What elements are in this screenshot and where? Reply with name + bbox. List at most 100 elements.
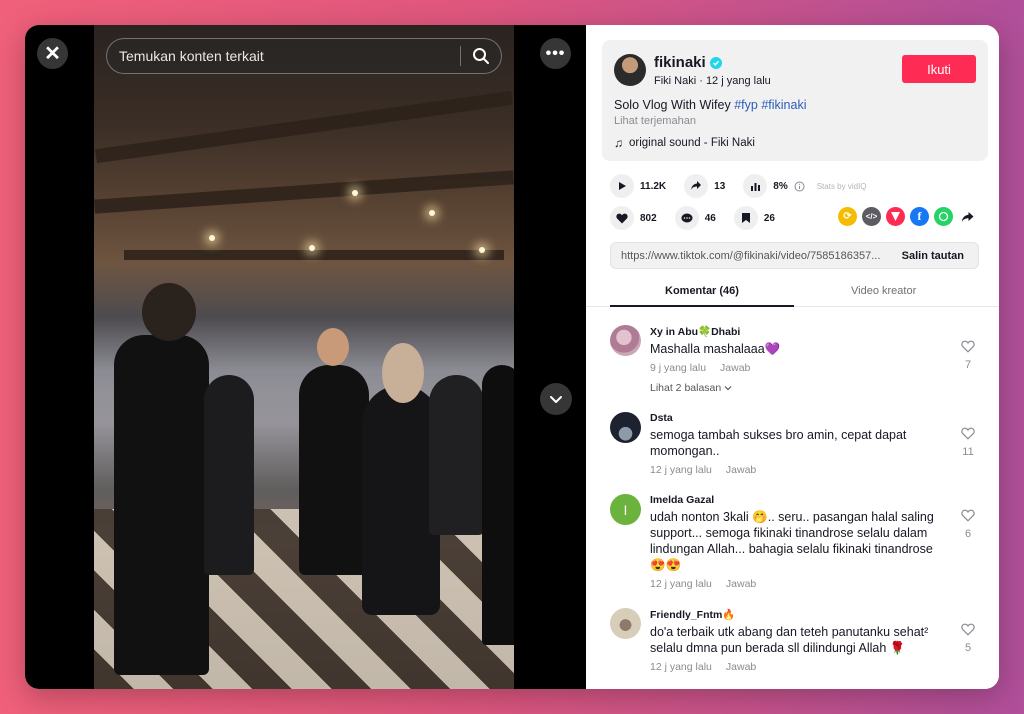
comment-meta: 12 j yang lalu Jawab bbox=[650, 578, 950, 590]
comment-like-count: 7 bbox=[964, 359, 972, 371]
sound-link[interactable]: ♫ original sound - Fiki Naki bbox=[614, 136, 755, 150]
video-url[interactable]: https://www.tiktok.com/@fikinaki/video/7… bbox=[611, 250, 888, 262]
bar-chart-icon bbox=[743, 174, 768, 198]
comment-text: Mashalla mashalaaa💜 bbox=[650, 342, 781, 356]
active-tab-indicator bbox=[610, 305, 794, 307]
next-video-button[interactable] bbox=[540, 383, 572, 415]
comment-like-button[interactable]: 11 bbox=[958, 427, 978, 458]
likes-count: 802 bbox=[640, 212, 657, 224]
app-window: ✕ ••• fikinaki bbox=[25, 25, 999, 689]
comment-like-button[interactable]: 5 bbox=[958, 623, 978, 654]
verified-badge-icon bbox=[709, 56, 722, 69]
search-input[interactable] bbox=[107, 48, 460, 64]
video-frame[interactable] bbox=[94, 25, 514, 689]
play-icon bbox=[610, 174, 634, 198]
ceiling-light bbox=[209, 235, 215, 241]
share-arrow-icon[interactable] bbox=[958, 207, 977, 226]
hashtag-link[interactable]: #fikinaki bbox=[761, 98, 806, 112]
ceiling-light bbox=[479, 247, 485, 253]
commenter-avatar[interactable] bbox=[610, 412, 641, 443]
ceiling-light bbox=[352, 190, 358, 196]
comment-stat[interactable]: 46 bbox=[674, 206, 716, 230]
commenter-name[interactable]: Xy in Abu🍀Dhabi bbox=[650, 325, 950, 338]
bookmark-icon bbox=[733, 206, 758, 230]
commenter-avatar[interactable] bbox=[610, 608, 641, 639]
more-options-button[interactable]: ••• bbox=[540, 38, 571, 69]
view-replies-label[interactable]: Lihat 2 balasan bbox=[650, 382, 721, 394]
person-head bbox=[317, 328, 349, 366]
close-button[interactable]: ✕ bbox=[37, 38, 68, 69]
embed-icon[interactable]: </> bbox=[862, 207, 881, 226]
heart-outline-icon bbox=[961, 340, 975, 353]
post-info-card: fikinaki Fiki Naki · 12 j yang lalu Ikut… bbox=[602, 40, 988, 161]
whatsapp-icon[interactable] bbox=[934, 207, 953, 226]
author-username[interactable]: fikinaki bbox=[654, 54, 722, 71]
hashtag-link[interactable]: #fyp bbox=[734, 98, 758, 112]
commenter-name[interactable]: Dsta bbox=[650, 412, 950, 424]
heart-outline-icon bbox=[961, 427, 975, 440]
engagement-stat[interactable]: 8% bbox=[743, 174, 805, 198]
commenter-name[interactable]: Friendly_Fntm🔥 bbox=[650, 608, 950, 621]
comment-like-button[interactable]: 7 bbox=[958, 340, 978, 371]
author-avatar[interactable] bbox=[614, 54, 646, 86]
commenter-avatar[interactable]: I bbox=[610, 494, 641, 525]
details-panel: fikinaki Fiki Naki · 12 j yang lalu Ikut… bbox=[586, 25, 999, 689]
tabs-bar: Komentar (46) Video kreator bbox=[586, 279, 999, 307]
comment-time: 12 j yang lalu bbox=[650, 661, 712, 673]
engagement-row: 802 46 26 bbox=[610, 206, 793, 230]
person-silhouette bbox=[429, 375, 484, 535]
reply-button[interactable]: Jawab bbox=[726, 661, 756, 673]
caption-text: Solo Vlog With Wifey bbox=[614, 98, 735, 112]
search-button[interactable] bbox=[461, 38, 501, 74]
comment-like-button[interactable]: 6 bbox=[958, 509, 978, 540]
commenter-name[interactable]: Imelda Gazal bbox=[650, 494, 950, 506]
comment-time: 12 j yang lalu bbox=[650, 464, 712, 476]
comment-time: 9 j yang lalu bbox=[650, 362, 707, 374]
follow-button[interactable]: Ikuti bbox=[902, 55, 976, 83]
reply-button[interactable]: Jawab bbox=[726, 578, 756, 590]
stats-provider: Stats by vidIQ bbox=[816, 181, 867, 191]
search-icon bbox=[473, 48, 489, 64]
link-box: https://www.tiktok.com/@fikinaki/video/7… bbox=[610, 242, 979, 269]
author-username-text[interactable]: fikinaki bbox=[654, 54, 706, 71]
view-replies-button[interactable]: Lihat 2 balasan bbox=[650, 382, 950, 394]
person-silhouette bbox=[114, 335, 209, 675]
comment-time: 12 j yang lalu bbox=[650, 578, 712, 590]
plays-stat[interactable]: 11.2K bbox=[610, 174, 666, 198]
ceiling-light bbox=[429, 210, 435, 216]
like-stat[interactable]: 802 bbox=[610, 206, 657, 230]
reply-button[interactable]: Jawab bbox=[726, 464, 756, 476]
comment-text: udah nonton 3kali 🤭.. seru.. pasangan ha… bbox=[650, 510, 934, 572]
comment-meta: 12 j yang lalu Jawab bbox=[650, 464, 950, 476]
comment-body: Friendly_Fntm🔥 do'a terbaik utk abang da… bbox=[650, 608, 950, 673]
info-icon[interactable] bbox=[794, 181, 805, 192]
save-stat[interactable]: 26 bbox=[733, 206, 775, 230]
comment-text: do'a terbaik utk abang dan teteh panutan… bbox=[650, 625, 929, 655]
plays-count: 11.2K bbox=[640, 180, 667, 192]
reply-button[interactable]: Jawab bbox=[720, 362, 750, 374]
post-caption: Solo Vlog With Wifey #fyp #fikinaki bbox=[614, 98, 806, 112]
heart-icon bbox=[610, 206, 634, 230]
send-icon[interactable] bbox=[886, 207, 905, 226]
author-subline: Fiki Naki · 12 j yang lalu bbox=[654, 75, 771, 87]
chevron-down-icon bbox=[550, 396, 562, 403]
share-buttons: ⟳ </> f bbox=[838, 207, 977, 226]
repost-icon[interactable]: ⟳ bbox=[838, 207, 857, 226]
stats-row: 11.2K 13 8% Stats by vidIQ bbox=[610, 174, 867, 198]
tab-comments[interactable]: Komentar (46) bbox=[665, 285, 739, 297]
copy-link-button[interactable]: Salin tautan bbox=[888, 250, 978, 262]
ceiling-beam bbox=[94, 170, 514, 214]
tab-creator-videos[interactable]: Video kreator bbox=[851, 285, 916, 297]
comment-text: semoga tambah sukses bro amin, cepat dap… bbox=[650, 428, 907, 458]
shares-stat[interactable]: 13 bbox=[684, 174, 725, 198]
video-player[interactable]: ✕ ••• bbox=[25, 25, 586, 689]
sound-name[interactable]: original sound - Fiki Naki bbox=[629, 137, 755, 149]
chevron-down-icon bbox=[724, 386, 732, 391]
more-icon: ••• bbox=[545, 44, 566, 62]
translate-link[interactable]: Lihat terjemahan bbox=[614, 115, 696, 127]
facebook-icon[interactable]: f bbox=[910, 207, 929, 226]
person-silhouette bbox=[482, 365, 514, 645]
comment-body: Imelda Gazal udah nonton 3kali 🤭.. seru.… bbox=[650, 494, 950, 590]
search-bar[interactable] bbox=[106, 38, 502, 74]
commenter-avatar[interactable] bbox=[610, 325, 641, 356]
